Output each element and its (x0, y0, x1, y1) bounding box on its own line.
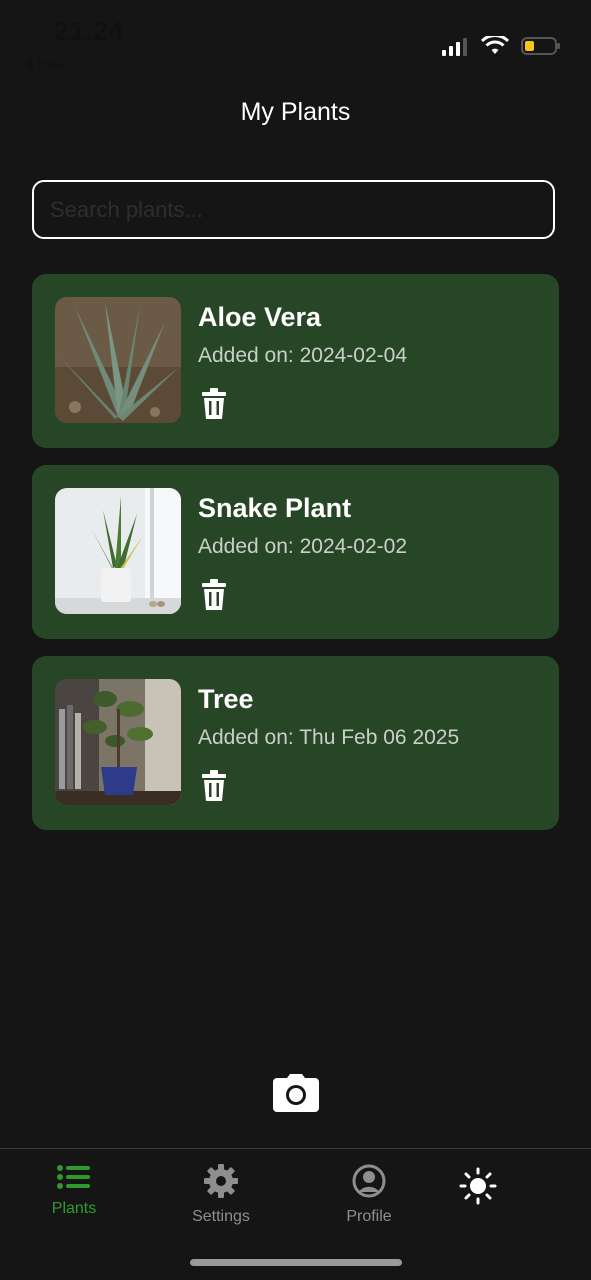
sun-icon (459, 1167, 497, 1205)
wifi-icon (481, 36, 509, 54)
tab-label: Profile (346, 1208, 392, 1225)
tab-profile[interactable]: Profile (340, 1163, 398, 1226)
list-icon (57, 1165, 90, 1189)
plant-card[interactable]: Snake Plant Added on: 2024-02-02 (32, 465, 559, 639)
plant-card[interactable]: Aloe Vera Added on: 2024-02-04 (32, 274, 559, 448)
trash-icon[interactable] (200, 579, 228, 611)
tree-photo (55, 679, 181, 805)
page-title: My Plants (240, 98, 351, 126)
snake-plant-photo (55, 488, 181, 614)
tab-label: Plants (51, 1200, 97, 1217)
tab-plants[interactable]: Plants (44, 1163, 104, 1218)
search-input[interactable] (32, 180, 555, 239)
user-circle-icon (352, 1164, 386, 1198)
plant-added-date: Added on: Thu Feb 06 2025 (198, 726, 460, 749)
back-to-app-link[interactable]: ◀ Haku (20, 54, 74, 74)
camera-icon[interactable] (273, 1074, 319, 1112)
battery-icon (521, 37, 560, 55)
trash-icon[interactable] (200, 388, 228, 420)
plant-added-date: Added on: 2024-02-02 (198, 535, 408, 558)
plant-name: Aloe Vera (198, 302, 322, 332)
plant-name: Tree (198, 684, 254, 714)
gear-icon (204, 1164, 238, 1198)
status-icons (441, 36, 561, 56)
tab-label: Settings (192, 1208, 250, 1225)
plant-card[interactable]: Tree Added on: Thu Feb 06 2025 (32, 656, 559, 830)
trash-icon[interactable] (200, 770, 228, 802)
aloe-vera-photo (55, 297, 181, 423)
status-time: 21.24 (54, 16, 125, 46)
plant-name: Snake Plant (198, 493, 352, 523)
cellular-signal-icon (442, 38, 467, 56)
home-indicator (190, 1259, 402, 1266)
app-screen: 21.24 ◀ Haku My Plants Search plants... … (0, 0, 591, 1280)
theme-toggle-button[interactable] (458, 1167, 498, 1210)
tab-settings[interactable]: Settings (184, 1163, 258, 1226)
plant-added-date: Added on: 2024-02-04 (198, 344, 408, 367)
